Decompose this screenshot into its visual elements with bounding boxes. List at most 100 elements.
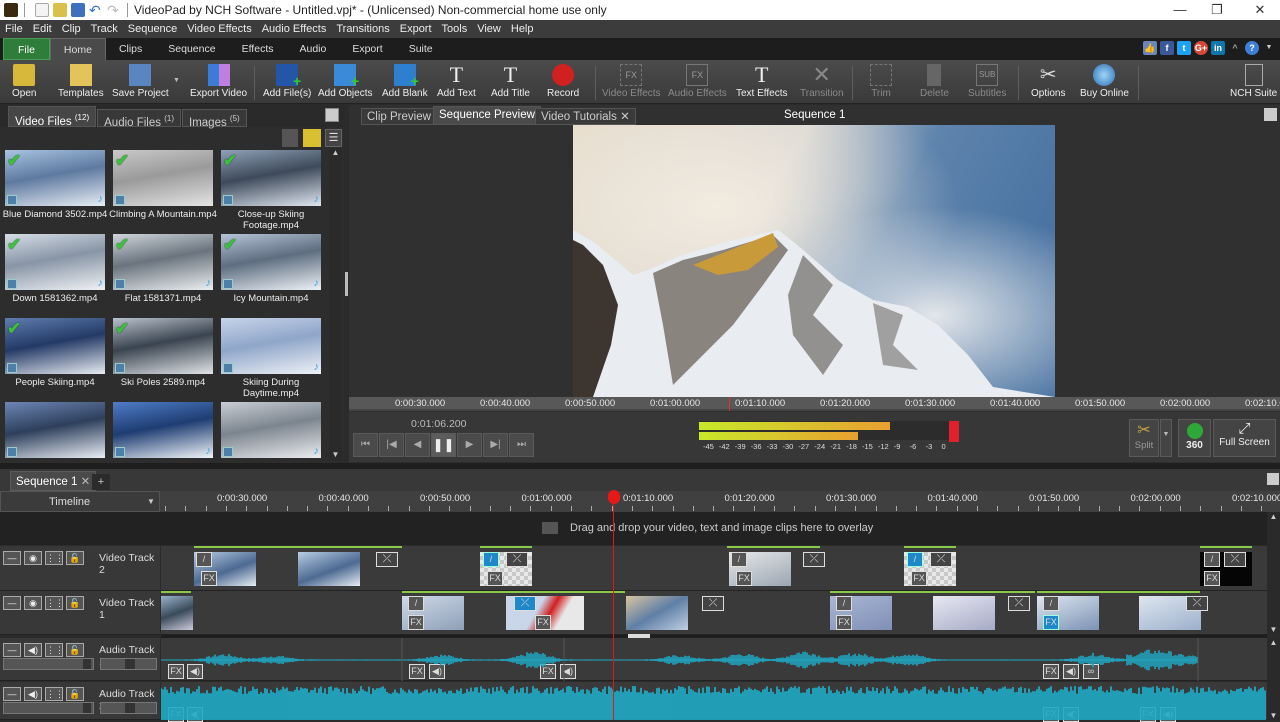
restore-button[interactable]: ❐ — [1197, 0, 1237, 20]
add-blank-button[interactable]: + Add Blank — [382, 62, 428, 99]
file-thumbnail[interactable]: ♪ — [113, 402, 213, 458]
twitter-icon[interactable]: t — [1177, 41, 1191, 55]
tab-export[interactable]: Export — [339, 38, 395, 60]
collapse-icon[interactable]: — — [3, 551, 21, 565]
lock-icon[interactable]: 🔓 — [66, 551, 84, 565]
open-button[interactable]: Open — [12, 62, 36, 99]
file-thumbnail[interactable]: ✔ — [113, 150, 213, 206]
playhead-handle[interactable] — [608, 490, 620, 504]
go-to-start-button[interactable]: ⏮ — [353, 433, 378, 457]
menu-transitions[interactable]: Transitions — [331, 23, 394, 35]
fx-button[interactable]: FX — [487, 571, 503, 586]
add-sequence-button[interactable]: + — [92, 474, 110, 490]
timeline-ruler[interactable]: Timeline ▼ 0:00:30.000 0:00:40.000 0:00:50.… — [0, 491, 1280, 512]
fade-icon[interactable]: / — [731, 552, 747, 567]
previous-clip-button[interactable]: |◀ — [379, 433, 404, 457]
file-thumbnail[interactable]: ✔ ♪ — [5, 234, 105, 290]
save-project-dropdown[interactable]: ▼ — [173, 74, 180, 85]
video-clip[interactable] — [298, 552, 360, 586]
transition-icon[interactable]: ⤫ — [376, 552, 398, 567]
close-button[interactable]: ✕ — [1240, 0, 1280, 20]
playhead-line[interactable] — [613, 503, 614, 720]
fade-icon[interactable]: / — [907, 552, 923, 567]
fx-button[interactable]: FX — [836, 615, 852, 630]
fx-button[interactable]: FX — [408, 615, 424, 630]
tab-sequence-1[interactable]: Sequence 1 ✕ — [10, 471, 97, 491]
fade-icon[interactable]: / — [483, 552, 499, 567]
video-clip[interactable] — [161, 596, 193, 630]
track-options-icon[interactable]: ⋮⋮ — [45, 551, 64, 565]
menu-edit[interactable]: Edit — [28, 23, 57, 35]
collapse-icon[interactable]: — — [3, 596, 21, 610]
list-view-icon[interactable]: ☰ — [325, 129, 342, 147]
file-thumbnail[interactable]: ✔ ♪ — [5, 150, 105, 206]
close-tab-icon[interactable]: ✕ — [81, 476, 91, 488]
scroll-up-icon[interactable]: ▲ — [329, 148, 342, 157]
bin-scrollbar[interactable]: ▲ ▼ — [329, 148, 342, 461]
file-thumbnail[interactable]: ♪ — [221, 318, 321, 374]
step-back-button[interactable]: ◀ — [405, 433, 430, 457]
split-dropdown[interactable]: ▼ — [1160, 419, 1172, 457]
transition-icon[interactable]: ⤫ — [930, 552, 952, 567]
add-text-button[interactable]: T Add Text — [437, 62, 476, 100]
facebook-icon[interactable]: f — [1160, 41, 1174, 55]
menu-export[interactable]: Export — [395, 23, 437, 35]
tab-file[interactable]: File — [3, 38, 50, 60]
scroll-up-icon[interactable]: ▲ — [1267, 638, 1280, 647]
tab-sequence[interactable]: Sequence — [155, 38, 228, 60]
video-clip[interactable] — [626, 596, 688, 630]
tab-images[interactable]: Images (5) — [182, 109, 247, 129]
volume-slider[interactable] — [3, 702, 94, 714]
scroll-up-icon[interactable]: ▲ — [1267, 512, 1280, 521]
full-screen-button[interactable]: ⤢ Full Screen — [1213, 419, 1276, 457]
tab-audio[interactable]: Audio — [286, 38, 339, 60]
video-tracks-scrollbar[interactable]: ▲ ▼ — [1267, 512, 1280, 634]
save-icon[interactable] — [71, 3, 85, 17]
like-icon[interactable]: 👍 — [1143, 41, 1157, 55]
audio-effects-button[interactable]: FX Audio Effects — [668, 62, 727, 99]
preview-time-ruler[interactable]: 0:00:30.000 0:00:40.000 0:00:50.000 0:01:00… — [349, 397, 1280, 411]
menu-clip[interactable]: Clip — [57, 23, 86, 35]
options-button[interactable]: ✂ Options — [1031, 62, 1065, 99]
save-project-button[interactable]: Save Project — [112, 62, 169, 99]
split-button[interactable]: ✂ Split — [1129, 419, 1159, 457]
collapse-ribbon-icon[interactable]: ^ — [1228, 41, 1242, 55]
fade-icon[interactable]: / — [1043, 596, 1059, 611]
fx-button[interactable]: FX — [1043, 615, 1059, 630]
fade-icon[interactable]: / — [1204, 552, 1220, 567]
video-preview-frame[interactable] — [573, 125, 1055, 397]
menu-file[interactable]: File — [0, 23, 28, 35]
transition-icon[interactable]: ⤫ — [1186, 596, 1208, 611]
transition-button[interactable]: ✕ Transition — [800, 62, 844, 100]
undock-panel-icon[interactable] — [325, 108, 339, 122]
tab-sequence-preview[interactable]: Sequence Preview — [433, 106, 541, 125]
file-thumbnail[interactable] — [5, 402, 105, 458]
record-button[interactable]: Record — [547, 62, 579, 99]
add-folder-icon[interactable] — [303, 129, 321, 147]
file-thumbnail[interactable]: ✔ ♪ — [113, 234, 213, 290]
preview-playhead[interactable] — [729, 397, 730, 411]
volume-slider[interactable] — [3, 658, 94, 670]
lock-icon[interactable]: 🔓 — [66, 687, 84, 701]
open-folder-icon[interactable] — [53, 3, 67, 17]
pan-slider[interactable] — [100, 658, 157, 670]
fx-button[interactable]: FX — [535, 615, 551, 630]
video-clip[interactable] — [933, 596, 995, 630]
google-plus-icon[interactable]: G+ — [1194, 41, 1208, 55]
transition-icon[interactable]: ⤫ — [1224, 552, 1246, 567]
tab-suite[interactable]: Suite — [396, 38, 446, 60]
file-thumbnail[interactable]: ✔ — [5, 318, 105, 374]
menu-video-effects[interactable]: Video Effects — [182, 23, 256, 35]
track-options-icon[interactable]: ⋮⋮ — [45, 643, 64, 657]
templates-button[interactable]: Templates — [58, 62, 104, 99]
fade-icon[interactable]: / — [408, 596, 424, 611]
fx-button[interactable]: FX — [201, 571, 217, 586]
undock-preview-icon[interactable] — [1264, 108, 1277, 121]
help-dropdown-icon[interactable]: ▼ — [1262, 41, 1276, 55]
menu-tools[interactable]: Tools — [437, 23, 473, 35]
scroll-down-icon[interactable]: ▼ — [1267, 711, 1280, 720]
pause-button[interactable]: ❚❚ — [431, 433, 456, 457]
tab-home[interactable]: Home — [49, 38, 106, 60]
collapse-icon[interactable]: — — [3, 643, 21, 657]
undo-icon[interactable]: ↶ — [89, 3, 103, 17]
